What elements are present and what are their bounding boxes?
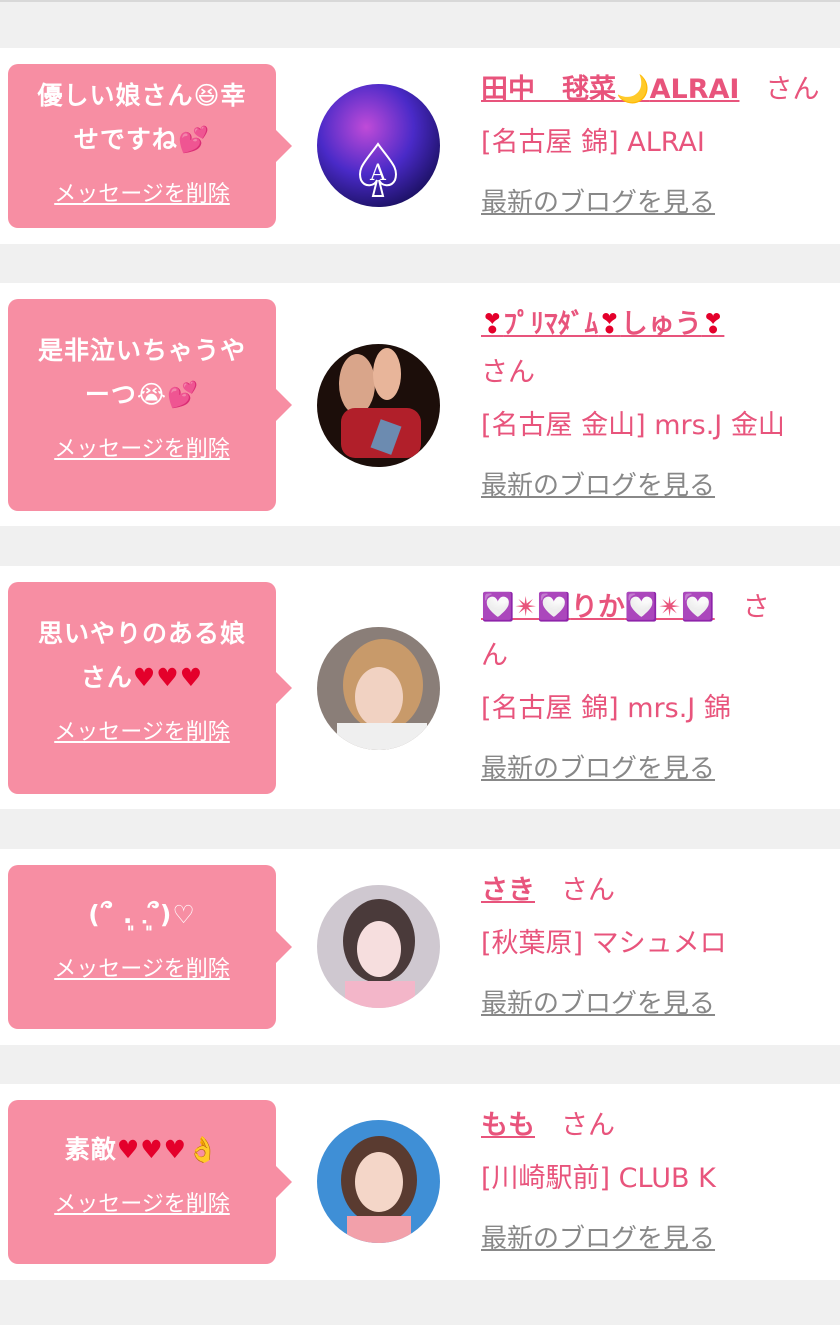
message-card: 是非泣いちゃうや ーつ😭💕 メッセージを削除 ❣ﾌﾟﾘﾏﾀﾞﾑ❣しゅう❣ さん … — [0, 283, 840, 526]
honorific: さん — [765, 74, 820, 105]
user-name-link[interactable]: さき — [481, 875, 535, 906]
shop-label: [川崎駅前] CLUB K — [481, 1163, 716, 1194]
svg-text:A: A — [369, 161, 387, 186]
message-card: (՞ ܸ. .ܸ՞)♡ メッセージを削除 さき さん [秋葉原] マシュメロ 最新… — [0, 849, 840, 1045]
heart-exclamation-icon: ❣ — [481, 309, 504, 340]
grin-emoji-icon: 😆 — [193, 81, 221, 110]
photo-avatar-icon[interactable] — [317, 344, 440, 467]
heart-sparkle-emoji-icon: 💟✴💟 — [481, 592, 571, 623]
user-name-link[interactable]: ❣ﾌﾟﾘﾏﾀﾞﾑ❣しゅう❣ — [481, 309, 724, 340]
crying-emoji-icon: 😭 — [136, 380, 168, 409]
heart-exclamation-icon: ❣ — [701, 309, 725, 340]
honorific: さん — [561, 875, 615, 906]
honorific: さん — [561, 1110, 615, 1141]
message-bubble: 思いやりのある娘 さん♥♥♥ メッセージを削除 — [8, 582, 292, 794]
message-text: 優しい娘さん😆幸 せですね💕 — [37, 81, 247, 154]
shop-label: [秋葉原] マシュメロ — [481, 928, 727, 959]
crescent-moon-emoji-icon: 🌙 — [616, 74, 650, 105]
latest-blog-link[interactable]: 最新のブログを見る — [481, 983, 715, 1020]
photo-avatar-icon[interactable] — [317, 1120, 440, 1243]
user-info: 💟✴💟りか💟✴💟 さ ん [名古屋 錦] mrs.J 錦 最新のブログを見る — [481, 584, 840, 785]
message-bubble: 優しい娘さん😆幸 せですね💕 メッセージを削除 — [8, 64, 292, 228]
message-text: 是非泣いちゃうや ーつ😭💕 — [37, 336, 246, 409]
honorific: さ — [742, 592, 770, 623]
message-bubble: 素敵♥♥♥👌 メッセージを削除 — [8, 1100, 292, 1264]
delete-message-link[interactable]: メッセージを削除 — [8, 1186, 276, 1218]
top-divider — [0, 0, 840, 2]
spade-ace-avatar-icon[interactable]: A — [317, 84, 440, 207]
red-hearts-icon: ♥♥♥ — [132, 663, 204, 692]
user-info: ❣ﾌﾟﾘﾏﾀﾞﾑ❣しゅう❣ さん [名古屋 金山] mrs.J 金山 最新のブロ… — [481, 301, 840, 502]
message-card: 素敵♥♥♥👌 メッセージを削除 もも さん [川崎駅前] CLUB K 最新のブロ… — [0, 1084, 840, 1280]
latest-blog-link[interactable]: 最新のブログを見る — [481, 465, 715, 502]
message-text: (՞ ܸ. .ܸ՞)♡ — [88, 900, 196, 929]
latest-blog-link[interactable]: 最新のブログを見る — [481, 748, 715, 785]
user-name-link[interactable]: 田中 毬菜🌙ALRAI — [481, 74, 739, 105]
message-bubble: 是非泣いちゃうや ーつ😭💕 メッセージを削除 — [8, 299, 292, 511]
delete-message-link[interactable]: メッセージを削除 — [8, 951, 276, 983]
message-text: 素敵♥♥♥👌 — [64, 1135, 220, 1164]
photo-avatar-icon[interactable] — [317, 885, 440, 1008]
photo-avatar-icon[interactable] — [317, 627, 440, 750]
user-name-link[interactable]: もも — [481, 1110, 535, 1141]
delete-message-link[interactable]: メッセージを削除 — [8, 431, 276, 463]
user-info: 田中 毬菜🌙ALRAI さん [名古屋 錦] ALRAI 最新のブログを見る — [481, 66, 840, 219]
ok-hand-emoji-icon: 👌 — [187, 1135, 220, 1164]
user-info: もも さん [川崎駅前] CLUB K 最新のブログを見る — [481, 1102, 840, 1255]
two-hearts-emoji-icon: 💕 — [177, 125, 211, 154]
shop-label: [名古屋 金山] mrs.J 金山 — [481, 410, 785, 441]
delete-message-link[interactable]: メッセージを削除 — [8, 714, 276, 746]
two-hearts-emoji-icon: 💕 — [167, 380, 200, 409]
user-name-link[interactable]: 💟✴💟りか💟✴💟 — [481, 592, 715, 623]
heart-sparkle-emoji-icon: 💟✴💟 — [624, 592, 715, 623]
latest-blog-link[interactable]: 最新のブログを見る — [481, 1218, 715, 1255]
message-text: 思いやりのある娘 さん♥♥♥ — [37, 619, 246, 692]
red-hearts-icon: ♥♥♥ — [116, 1135, 188, 1164]
message-bubble: (՞ ܸ. .ܸ՞)♡ メッセージを削除 — [8, 865, 292, 1029]
shop-label: [名古屋 錦] ALRAI — [481, 127, 705, 158]
shop-label: [名古屋 錦] mrs.J 錦 — [481, 693, 731, 724]
message-card: 優しい娘さん😆幸 せですね💕 メッセージを削除 A 田中 毬菜🌙ALRAI さん … — [0, 48, 840, 244]
delete-message-link[interactable]: メッセージを削除 — [8, 176, 276, 208]
user-info: さき さん [秋葉原] マシュメロ 最新のブログを見る — [481, 867, 840, 1020]
honorific-continued: ん — [481, 640, 508, 671]
heart-exclamation-icon: ❣ — [598, 309, 621, 340]
latest-blog-link[interactable]: 最新のブログを見る — [481, 182, 715, 219]
honorific: さん — [481, 357, 535, 388]
message-card: 思いやりのある娘 さん♥♥♥ メッセージを削除 💟✴💟りか💟✴💟 さ ん [名古屋… — [0, 566, 840, 809]
